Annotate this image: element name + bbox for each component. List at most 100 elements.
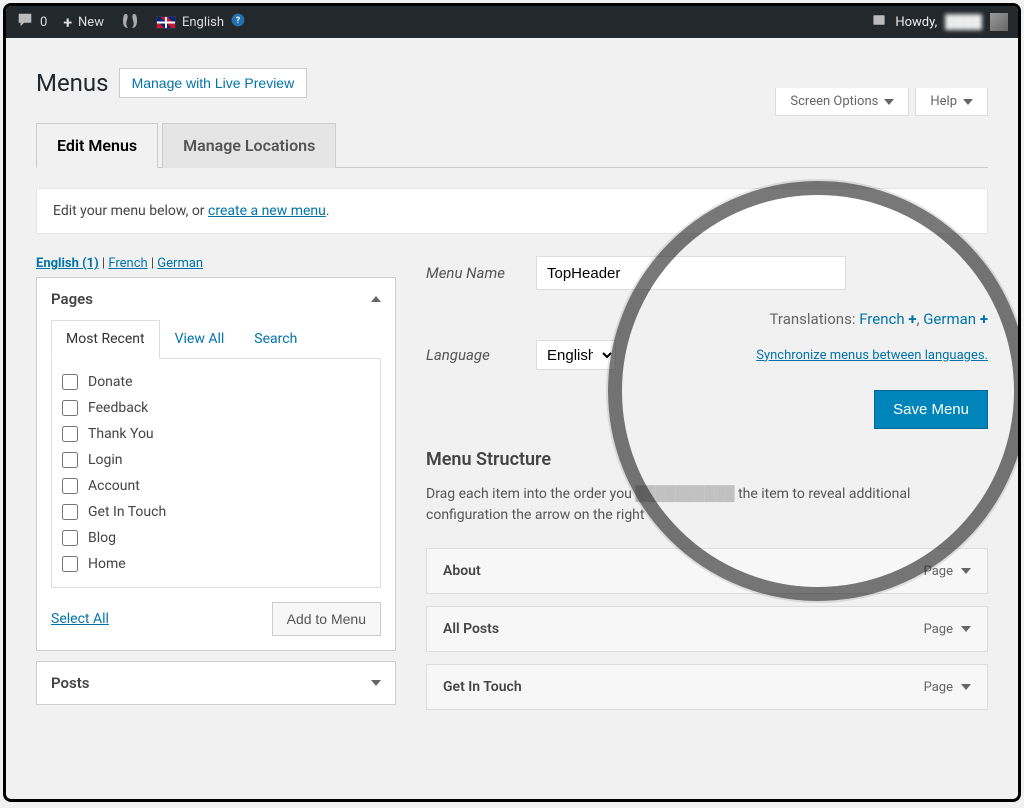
list-item[interactable]: Feedback <box>62 395 370 421</box>
svg-text:?: ? <box>236 16 241 26</box>
tab-manage-locations[interactable]: Manage Locations <box>162 123 336 168</box>
pages-toggle[interactable]: Pages <box>37 278 395 320</box>
lang-label: English <box>182 15 224 30</box>
screen-options-button[interactable]: Screen Options <box>775 88 909 116</box>
sync-menus-link[interactable]: Synchronize menus between languages. <box>756 348 988 363</box>
nav-tabs: Edit Menus Manage Locations <box>36 123 988 168</box>
new-label: New <box>78 15 104 30</box>
save-menu-button[interactable]: Save Menu <box>874 390 988 429</box>
menu-item-title: Get In Touch <box>443 679 522 695</box>
help-icon: ? <box>230 12 246 32</box>
pages-postbox: Pages Most Recent View All Search Donate… <box>36 277 396 651</box>
page-label: Account <box>88 478 140 494</box>
language-switcher[interactable]: English ? <box>156 12 246 32</box>
page-checkbox[interactable] <box>62 374 78 390</box>
menu-name-input[interactable] <box>536 256 846 290</box>
list-item[interactable]: Thank You <box>62 421 370 447</box>
menu-item-type: Page <box>924 680 971 695</box>
page-checkbox[interactable] <box>62 426 78 442</box>
language-filter: English (1) | French | German <box>36 256 396 271</box>
page-label: Get In Touch <box>88 504 166 520</box>
menu-item[interactable]: About Page <box>426 548 988 594</box>
list-item[interactable]: Blog <box>62 525 370 551</box>
posts-postbox: Posts <box>36 661 396 705</box>
account-link[interactable]: Howdy, ████ <box>871 12 1008 32</box>
lang-french-link[interactable]: French <box>108 256 147 271</box>
tab-edit-menus[interactable]: Edit Menus <box>36 123 158 168</box>
lang-german-link[interactable]: German <box>157 256 203 271</box>
posts-title: Posts <box>51 674 89 692</box>
lang-english-link[interactable]: English (1) <box>36 256 99 271</box>
language-select[interactable]: English <box>536 340 616 370</box>
menu-item[interactable]: All Posts Page <box>426 606 988 652</box>
page-label: Home <box>88 556 126 572</box>
posts-toggle[interactable]: Posts <box>37 662 395 704</box>
tab-view-all[interactable]: View All <box>160 320 240 358</box>
uk-flag-icon <box>156 16 176 29</box>
intro-text: Edit your menu below, or <box>53 203 208 219</box>
page-label: Login <box>88 452 123 468</box>
chevron-up-icon <box>371 296 381 302</box>
add-to-menu-button[interactable]: Add to Menu <box>272 602 381 636</box>
notify-icon <box>871 12 887 32</box>
help-label: Help <box>930 94 957 109</box>
list-item[interactable]: Home <box>62 551 370 577</box>
chevron-down-icon[interactable] <box>961 568 971 574</box>
tab-most-recent[interactable]: Most Recent <box>51 320 160 359</box>
help-button[interactable]: Help <box>915 88 988 116</box>
page-label: Donate <box>88 374 133 390</box>
list-item[interactable]: Account <box>62 473 370 499</box>
howdy-text: Howdy, <box>895 15 937 30</box>
chevron-down-icon[interactable] <box>961 684 971 690</box>
menu-structure-desc: Drag each item into the order you ██████… <box>426 484 988 526</box>
screen-meta: Screen Options Help <box>775 88 988 116</box>
live-preview-button[interactable]: Manage with Live Preview <box>119 68 308 98</box>
language-label: Language <box>426 346 536 364</box>
page-checkbox[interactable] <box>62 478 78 494</box>
intro-bar: Edit your menu below, or create a new me… <box>36 188 988 234</box>
plus-icon[interactable]: + <box>908 310 916 328</box>
list-item[interactable]: Login <box>62 447 370 473</box>
page-label: Feedback <box>88 400 148 416</box>
avatar <box>990 13 1008 31</box>
create-menu-link[interactable]: create a new menu <box>208 203 326 219</box>
menu-name-label: Menu Name <box>426 264 536 282</box>
menu-item-type: Page <box>924 622 971 637</box>
menu-item-type: Page <box>924 564 971 579</box>
page-checkbox[interactable] <box>62 530 78 546</box>
translation-french-link[interactable]: French <box>859 310 904 328</box>
screen-options-label: Screen Options <box>790 94 878 109</box>
page-checkbox[interactable] <box>62 504 78 520</box>
page-label: Blog <box>88 530 116 546</box>
page-checkbox[interactable] <box>62 556 78 572</box>
list-item[interactable]: Donate <box>62 369 370 395</box>
menu-item-title: All Posts <box>443 621 499 637</box>
plus-icon[interactable]: + <box>980 310 988 328</box>
intro-end: . <box>326 203 330 219</box>
comments-link[interactable]: 0 <box>16 11 47 33</box>
translation-german-link[interactable]: German <box>923 310 976 328</box>
plus-icon: + <box>63 13 72 32</box>
page-checkbox[interactable] <box>62 400 78 416</box>
tab-search[interactable]: Search <box>239 320 312 358</box>
chevron-down-icon[interactable] <box>961 626 971 632</box>
pages-title: Pages <box>51 290 93 308</box>
select-all-link[interactable]: Select All <box>51 611 109 627</box>
menu-structure-title: Menu Structure <box>426 449 988 470</box>
chevron-down-icon <box>884 99 894 105</box>
pages-list[interactable]: Donate Feedback Thank You Login Account … <box>51 359 381 588</box>
list-item[interactable]: Get In Touch <box>62 499 370 525</box>
admin-bar: 0 + New English ? Howdy, ████ <box>6 6 1018 38</box>
menu-item[interactable]: Get In Touch Page <box>426 664 988 710</box>
new-link[interactable]: + New <box>63 13 104 32</box>
translations-label: Translations: <box>770 310 856 328</box>
comment-icon <box>16 11 34 33</box>
seo-icon[interactable] <box>120 12 140 32</box>
chevron-down-icon <box>371 680 381 686</box>
chevron-down-icon <box>963 99 973 105</box>
page-checkbox[interactable] <box>62 452 78 468</box>
page-label: Thank You <box>88 426 154 442</box>
comments-count: 0 <box>40 15 47 30</box>
menu-item-title: About <box>443 563 481 579</box>
user-name: ████ <box>945 14 982 30</box>
